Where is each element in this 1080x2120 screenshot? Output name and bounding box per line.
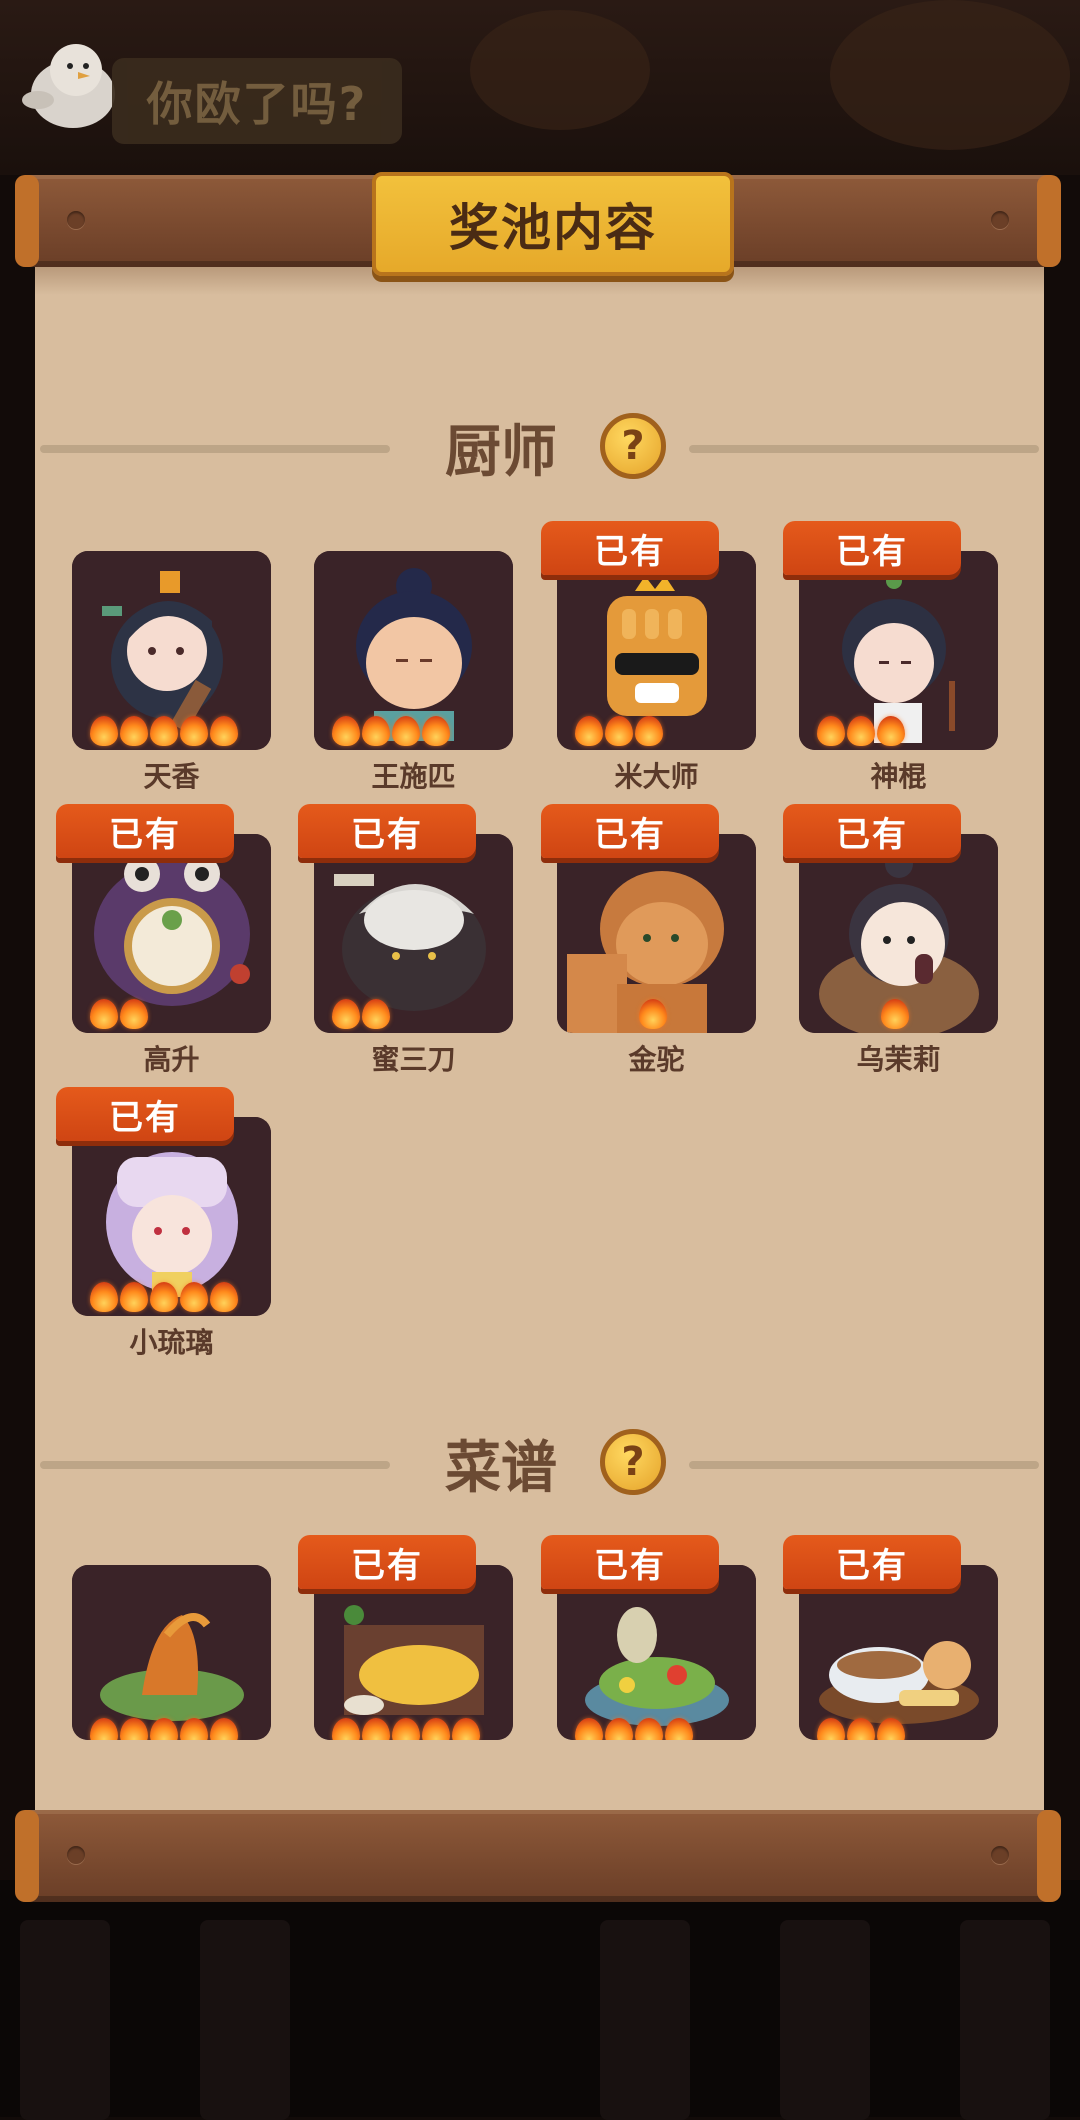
- chef-help-button[interactable]: ?: [600, 413, 666, 479]
- chef-name: 高升: [143, 1043, 200, 1076]
- star-rating: [817, 1718, 905, 1740]
- background-title: 你欧了吗?: [112, 58, 402, 144]
- chef-card-tianxiang[interactable]: [72, 551, 271, 750]
- dish-icon: [314, 1565, 513, 1740]
- chef-card-shengun[interactable]: 已有: [783, 521, 998, 750]
- background-bottom: [0, 1880, 1080, 2120]
- recipe-card[interactable]: 已有: [541, 1535, 756, 1740]
- star-rating: [817, 716, 905, 746]
- dish-icon: [557, 1565, 756, 1740]
- chef-card-xiaoliuli[interactable]: 已有: [56, 1087, 271, 1316]
- chef-section-header: 厨师 ?: [35, 407, 1044, 487]
- divider: [689, 445, 1039, 453]
- chef-card-midashi[interactable]: 已有: [541, 521, 756, 750]
- owned-badge: 已有: [298, 1535, 476, 1589]
- recipe-card[interactable]: 已有: [298, 1535, 513, 1740]
- chef-card-wumoli[interactable]: 已有: [783, 804, 998, 1033]
- star-rating: [881, 999, 909, 1029]
- recipe-section-header: 菜谱 ?: [35, 1423, 1044, 1503]
- owned-badge: 已有: [541, 521, 719, 575]
- owned-badge: 已有: [56, 1087, 234, 1141]
- owned-badge: 已有: [541, 804, 719, 858]
- divider: [689, 1461, 1039, 1469]
- chef-name: 小琉璃: [129, 1326, 214, 1359]
- background-decor: [470, 10, 650, 130]
- owned-badge: 已有: [56, 804, 234, 858]
- divider: [40, 445, 390, 453]
- star-rating: [639, 999, 667, 1029]
- star-rating: [332, 716, 450, 746]
- owned-badge: 已有: [541, 1535, 719, 1589]
- chef-section-title: 厨师: [445, 419, 557, 485]
- chef-card-misandao[interactable]: 已有: [298, 804, 513, 1033]
- recipe-help-button[interactable]: ?: [600, 1429, 666, 1495]
- recipe-card[interactable]: [72, 1565, 271, 1740]
- star-rating: [332, 999, 390, 1029]
- prize-pool-panel[interactable]: 厨师 ? 天香 王施匹 已有 米大师 已有 神棍 已有 高升 已有 蜜三刀 已有…: [35, 265, 1044, 1810]
- chef-name: 神棍: [870, 760, 927, 793]
- chef-name: 米大师: [614, 760, 699, 793]
- owned-badge: 已有: [298, 804, 476, 858]
- chef-card-jintuo[interactable]: 已有: [541, 804, 756, 1033]
- recipe-section-title: 菜谱: [445, 1435, 557, 1501]
- chef-name: 蜜三刀: [371, 1043, 456, 1076]
- bolt-icon: [991, 211, 1009, 229]
- star-rating: [332, 1718, 480, 1740]
- star-rating: [90, 1282, 238, 1312]
- chef-card-wangshipi[interactable]: [314, 551, 513, 750]
- background-decor: [830, 0, 1070, 150]
- dish-icon: [799, 1565, 998, 1740]
- divider: [40, 1461, 390, 1469]
- chef-name: 金驼: [628, 1043, 685, 1076]
- bolt-icon: [67, 211, 85, 229]
- star-rating: [90, 999, 148, 1029]
- bolt-icon: [67, 1846, 85, 1864]
- star-rating: [575, 1718, 693, 1740]
- owned-badge: 已有: [783, 521, 961, 575]
- dish-icon: [72, 1565, 271, 1740]
- star-rating: [90, 1718, 238, 1740]
- chef-name: 乌茉莉: [856, 1043, 941, 1076]
- chef-card-gaosheng[interactable]: 已有: [56, 804, 271, 1033]
- star-rating: [90, 716, 238, 746]
- chef-name: 天香: [143, 760, 200, 793]
- owned-badge: 已有: [783, 1535, 961, 1589]
- panel-title: 奖池内容: [372, 172, 734, 276]
- recipe-card[interactable]: 已有: [783, 1535, 998, 1740]
- bolt-icon: [991, 1846, 1009, 1864]
- star-rating: [575, 716, 663, 746]
- owned-badge: 已有: [783, 804, 961, 858]
- bottom-wood-board: [15, 1810, 1061, 1902]
- chef-name: 王施匹: [371, 760, 456, 793]
